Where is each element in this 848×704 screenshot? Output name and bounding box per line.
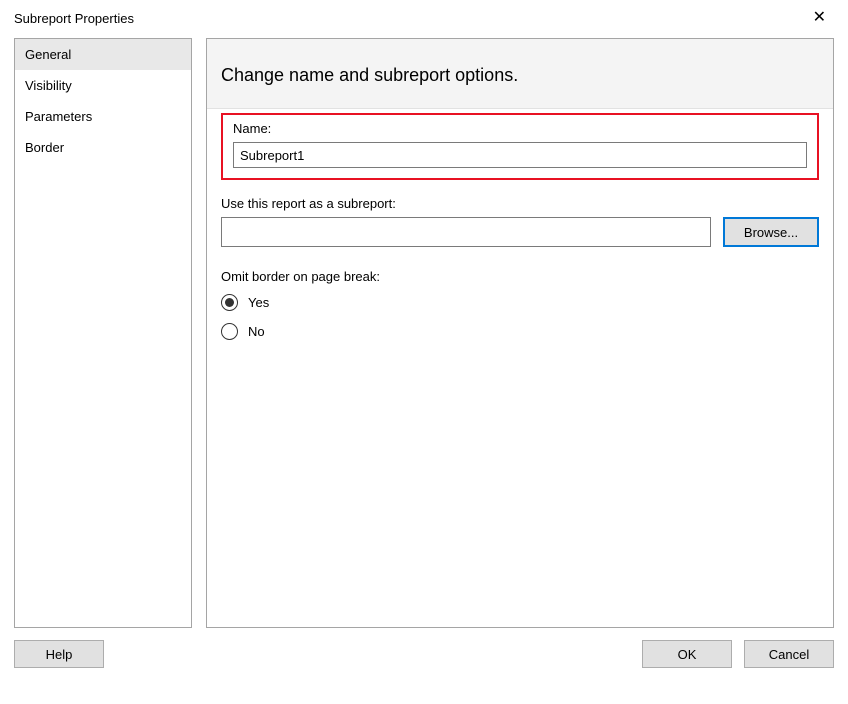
subreport-input[interactable] xyxy=(221,217,711,247)
window-title: Subreport Properties xyxy=(14,11,134,26)
sidebar-item-label: Border xyxy=(25,140,64,155)
right-buttons: OK Cancel xyxy=(642,640,834,668)
sidebar-item-label: Visibility xyxy=(25,78,72,93)
omit-border-radio-group: Yes No xyxy=(221,294,819,340)
help-button[interactable]: Help xyxy=(14,640,104,668)
radio-label: No xyxy=(248,324,265,339)
sidebar-item-label: General xyxy=(25,47,71,62)
radio-label: Yes xyxy=(248,295,269,310)
radio-no[interactable]: No xyxy=(221,323,819,340)
sidebar-item-general[interactable]: General xyxy=(15,39,191,70)
sidebar-item-label: Parameters xyxy=(25,109,92,124)
sidebar-item-parameters[interactable]: Parameters xyxy=(15,101,191,132)
titlebar: Subreport Properties ✕ xyxy=(0,0,848,38)
radio-yes[interactable]: Yes xyxy=(221,294,819,311)
omit-border-label: Omit border on page break: xyxy=(221,269,819,284)
button-bar: Help OK Cancel xyxy=(0,628,848,668)
sidebar-item-visibility[interactable]: Visibility xyxy=(15,70,191,101)
browse-button[interactable]: Browse... xyxy=(723,217,819,247)
radio-icon xyxy=(221,323,238,340)
content-body: Name: Use this report as a subreport: Br… xyxy=(207,109,833,356)
content-header: Change name and subreport options. xyxy=(207,39,833,109)
sidebar: General Visibility Parameters Border xyxy=(14,38,192,628)
main-area: General Visibility Parameters Border Cha… xyxy=(0,38,848,628)
close-icon[interactable]: ✕ xyxy=(805,8,834,28)
subreport-label: Use this report as a subreport: xyxy=(221,196,819,211)
cancel-button[interactable]: Cancel xyxy=(744,640,834,668)
radio-icon xyxy=(221,294,238,311)
content-panel: Change name and subreport options. Name:… xyxy=(206,38,834,628)
name-input[interactable] xyxy=(233,142,807,168)
ok-button[interactable]: OK xyxy=(642,640,732,668)
name-label: Name: xyxy=(233,121,807,136)
sidebar-item-border[interactable]: Border xyxy=(15,132,191,163)
subreport-row: Browse... xyxy=(221,217,819,247)
name-section-highlight: Name: xyxy=(221,113,819,180)
